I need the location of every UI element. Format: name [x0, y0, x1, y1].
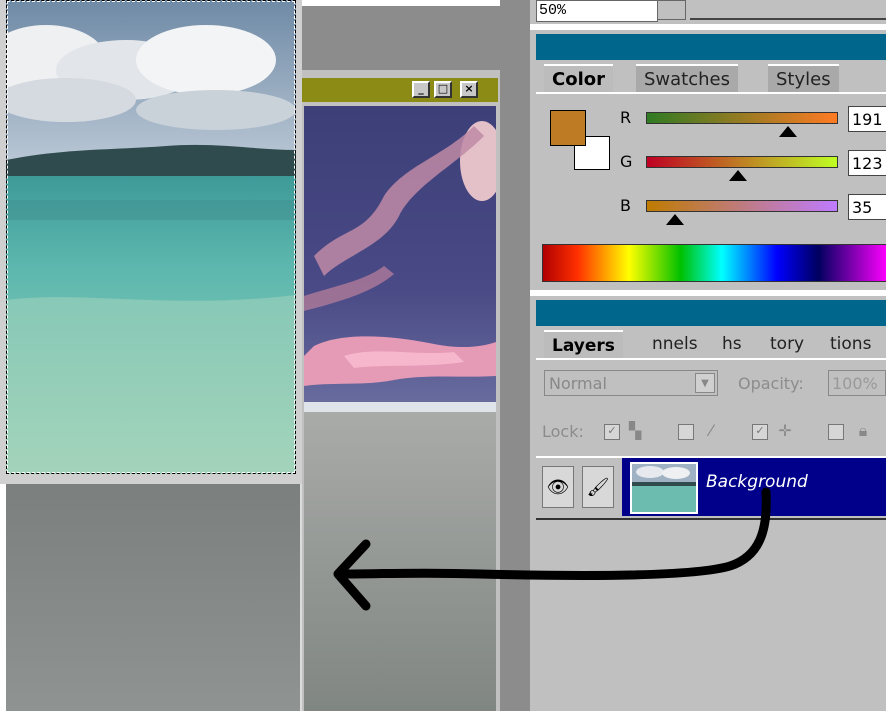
annotation-arrow: [333, 487, 771, 611]
